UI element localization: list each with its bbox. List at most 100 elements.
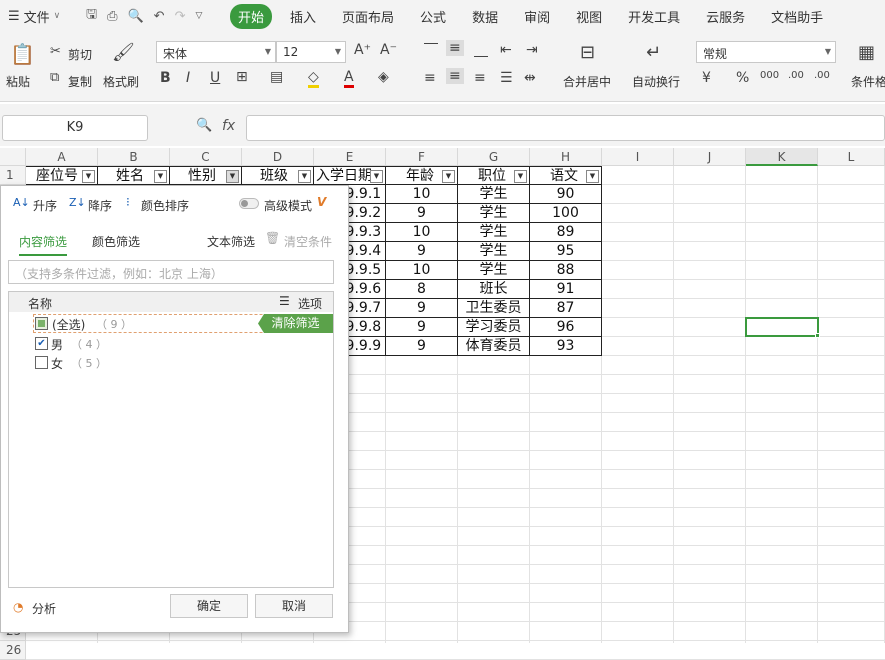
col-header-k[interactable]: K	[746, 148, 818, 166]
format-painter-icon[interactable]: 🖌	[112, 42, 135, 63]
position-cell[interactable]: 学生	[458, 204, 530, 223]
position-cell[interactable]: 学生	[458, 223, 530, 242]
age-cell[interactable]: 9	[386, 318, 458, 337]
italic-icon[interactable]: I	[186, 70, 190, 86]
formula-input[interactable]	[246, 115, 885, 141]
save-icon[interactable]: 🖫	[86, 5, 97, 27]
paste-button[interactable]: 粘贴	[6, 73, 30, 90]
align-center-icon[interactable]: ≡	[446, 68, 464, 84]
position-cell[interactable]: 学生	[458, 185, 530, 204]
text-filter-button[interactable]: 文本筛选	[207, 233, 255, 250]
sort-desc-button[interactable]: 降序	[88, 197, 112, 214]
decrease-decimal-icon[interactable]: .00	[814, 70, 830, 81]
chinese-score-cell[interactable]: 96	[530, 318, 602, 337]
position-cell[interactable]: 学生	[458, 242, 530, 261]
decrease-font-icon[interactable]: A⁻	[380, 42, 397, 58]
filter-search-input[interactable]: （支持多条件过滤，例如：北京 上海）	[8, 260, 334, 284]
currency-icon[interactable]: ¥	[702, 70, 711, 86]
header-cell-age[interactable]: 年龄 ▼	[386, 166, 458, 185]
merge-center-button[interactable]: 合并居中	[563, 73, 611, 90]
fill-color-icon[interactable]: ◇	[308, 69, 319, 88]
filter-dropdown-icon[interactable]: ▼	[514, 170, 527, 183]
tab-content-filter[interactable]: 内容筛选	[19, 233, 68, 256]
increase-indent-icon[interactable]: ⇥	[526, 42, 538, 58]
tab-view[interactable]: 视图	[576, 7, 602, 26]
decrease-indent-icon[interactable]: ⇤	[500, 42, 512, 58]
filter-dropdown-icon[interactable]: ▼	[82, 170, 95, 183]
position-cell[interactable]: 卫生委员	[458, 299, 530, 318]
tab-insert[interactable]: 插入	[290, 7, 316, 26]
increase-decimal-icon[interactable]: .00	[788, 70, 804, 81]
age-cell[interactable]: 9	[386, 299, 458, 318]
distribute-icon[interactable]: ⇹	[524, 70, 536, 86]
fill-handle[interactable]	[815, 333, 820, 338]
options-icon[interactable]: ☰	[279, 294, 290, 308]
conditional-format-icon[interactable]: ▦	[858, 42, 875, 63]
age-cell[interactable]: 9	[386, 242, 458, 261]
bold-icon[interactable]: B	[160, 70, 171, 86]
copy-icon[interactable]: ⧉	[50, 70, 59, 85]
chinese-score-cell[interactable]: 91	[530, 280, 602, 299]
print-preview-icon[interactable]: 🔍	[127, 9, 143, 24]
header-cell-date[interactable]: 入学日期 ▼	[314, 166, 386, 185]
undo-icon[interactable]: ↶	[154, 9, 165, 24]
percent-icon[interactable]: %	[736, 70, 749, 86]
header-cell-seat[interactable]: 座位号 ▼	[26, 166, 98, 185]
col-header-f[interactable]: F	[386, 148, 458, 166]
age-cell[interactable]: 8	[386, 280, 458, 299]
list-item-select-all[interactable]: (全选) （ 9 ） 清除筛选	[33, 314, 333, 333]
number-format-select[interactable]: 常规 ▼	[696, 41, 836, 63]
ok-button[interactable]: 确定	[170, 594, 248, 618]
file-menu[interactable]: ☰ 文件 ∨	[0, 7, 80, 26]
align-top-icon[interactable]: ⎺	[424, 42, 438, 58]
justify-icon[interactable]: ☰	[500, 70, 513, 86]
cut-icon[interactable]: ✂	[50, 44, 61, 59]
clear-conditions-button[interactable]: 清空条件	[284, 233, 332, 250]
paste-icon[interactable]: 📋	[10, 42, 35, 66]
tab-home[interactable]: 开始	[230, 3, 273, 29]
col-header-b[interactable]: B	[98, 148, 170, 166]
advanced-toggle[interactable]	[239, 198, 259, 209]
chinese-score-cell[interactable]: 88	[530, 261, 602, 280]
row-header[interactable]: 26	[0, 641, 26, 660]
active-cell-selection[interactable]	[745, 317, 819, 337]
header-cell-position[interactable]: 职位 ▼	[458, 166, 530, 185]
col-header-d[interactable]: D	[242, 148, 314, 166]
color-sort-button[interactable]: 颜色排序	[141, 197, 189, 214]
copy-button[interactable]: 复制	[68, 73, 92, 90]
fx-icon[interactable]: fx	[222, 118, 235, 134]
chinese-score-cell[interactable]: 95	[530, 242, 602, 261]
options-button[interactable]: 选项	[298, 295, 322, 312]
border-icon[interactable]: ⊞	[236, 69, 248, 85]
col-header-i[interactable]: I	[602, 148, 674, 166]
align-middle-icon[interactable]: ≡	[446, 40, 464, 56]
cell-style-icon[interactable]: ▤	[270, 69, 283, 85]
tab-formulas[interactable]: 公式	[420, 7, 446, 26]
col-header-a[interactable]: A	[26, 148, 98, 166]
font-size-select[interactable]: 12 ▼	[276, 41, 346, 63]
col-header-h[interactable]: H	[530, 148, 602, 166]
header-cell-class[interactable]: 班级 ▼	[242, 166, 314, 185]
col-header-c[interactable]: C	[170, 148, 242, 166]
merge-center-icon[interactable]: ⊟	[580, 42, 595, 63]
zoom-formula-icon[interactable]: 🔍	[196, 118, 212, 133]
chinese-score-cell[interactable]: 89	[530, 223, 602, 242]
font-color-icon[interactable]: A	[344, 69, 354, 88]
chinese-score-cell[interactable]: 87	[530, 299, 602, 318]
chinese-score-cell[interactable]: 100	[530, 204, 602, 223]
header-cell-chinese[interactable]: 语文 ▼	[530, 166, 602, 185]
tab-doc-assistant[interactable]: 文档助手	[771, 7, 823, 26]
position-cell[interactable]: 学生	[458, 261, 530, 280]
sort-asc-icon[interactable]: A↓	[13, 196, 30, 209]
age-cell[interactable]: 10	[386, 223, 458, 242]
col-header-e[interactable]: E	[314, 148, 386, 166]
age-cell[interactable]: 10	[386, 185, 458, 204]
align-right-icon[interactable]: ≡	[474, 70, 486, 86]
increase-font-icon[interactable]: A⁺	[354, 42, 371, 58]
tab-developer[interactable]: 开发工具	[628, 7, 680, 26]
tab-color-filter[interactable]: 颜色筛选	[92, 233, 140, 250]
filter-dropdown-icon[interactable]: ▼	[586, 170, 599, 183]
filter-dropdown-icon[interactable]: ▼	[298, 170, 311, 183]
cancel-button[interactable]: 取消	[255, 594, 333, 618]
analysis-button[interactable]: 分析	[32, 600, 56, 617]
